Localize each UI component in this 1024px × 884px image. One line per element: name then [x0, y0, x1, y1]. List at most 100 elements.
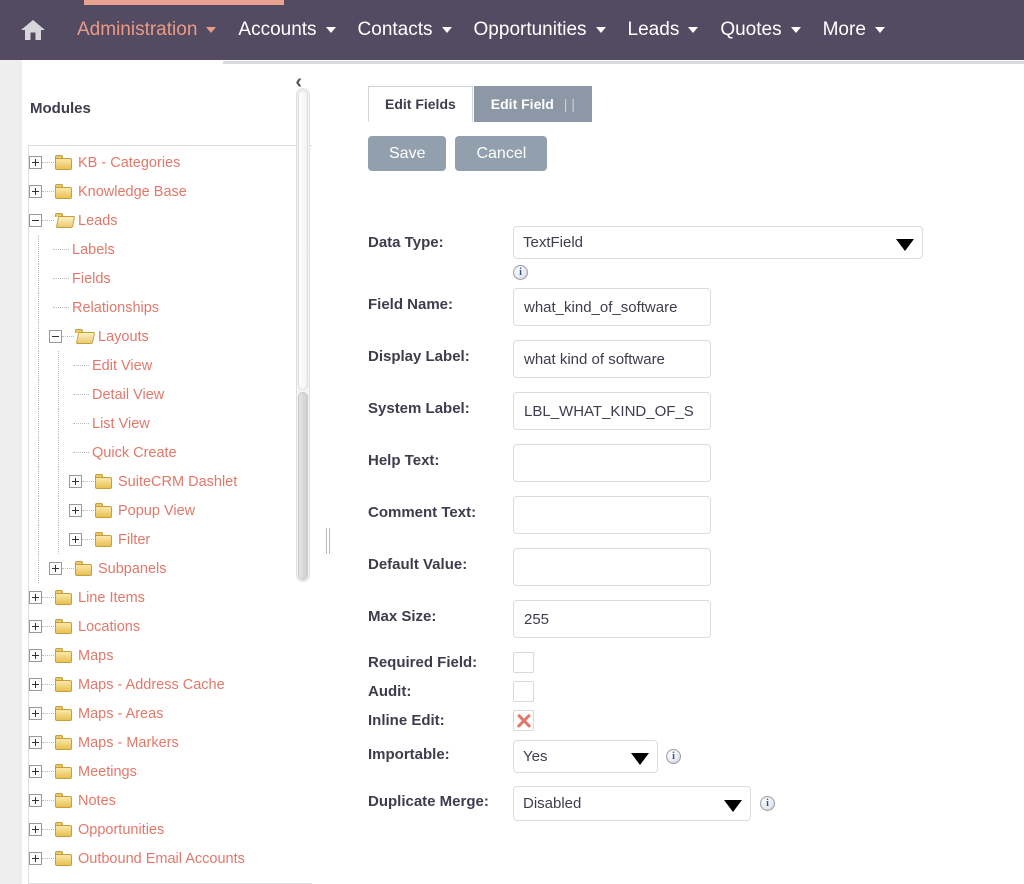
folder-icon [55, 648, 73, 663]
info-icon[interactable] [666, 749, 681, 764]
tree-item-maps-address-cache[interactable]: Maps - Address Cache [29, 670, 295, 699]
tree-item-label: SuiteCRM Dashlet [118, 474, 237, 490]
nav-item-opportunities[interactable]: Opportunities [463, 0, 617, 60]
expand-icon[interactable] [29, 794, 42, 807]
tab-edit-field[interactable]: Edit Field | | [474, 86, 592, 122]
expand-icon[interactable] [29, 591, 42, 604]
expand-icon[interactable] [29, 649, 42, 662]
expand-icon[interactable] [29, 823, 42, 836]
tree-item-detail-view[interactable]: Detail View [29, 380, 295, 409]
nav-item-accounts[interactable]: Accounts [227, 0, 346, 60]
collapse-icon[interactable] [49, 330, 62, 343]
folder-icon [55, 677, 73, 692]
tree-item-maps-markers[interactable]: Maps - Markers [29, 728, 295, 757]
expand-icon[interactable] [29, 620, 42, 633]
tree-item-label: Maps - Areas [78, 706, 163, 722]
field-name-input[interactable] [513, 288, 711, 326]
nav-item-leads[interactable]: Leads [617, 0, 710, 60]
save-button[interactable]: Save [368, 136, 446, 171]
expand-icon[interactable] [69, 475, 82, 488]
tree-item-quick-create[interactable]: Quick Create [29, 438, 295, 467]
display-label-label: Display Label: [368, 340, 513, 365]
expand-icon[interactable] [29, 185, 42, 198]
tree-item-label: Quick Create [92, 445, 177, 461]
tree-item-labels[interactable]: Labels [29, 235, 295, 264]
tree-indent-guide [29, 351, 49, 380]
nav-item-label: Leads [628, 19, 680, 41]
expand-icon[interactable] [29, 678, 42, 691]
nav-item-more[interactable]: More [812, 0, 896, 60]
tree-item-meetings[interactable]: Meetings [29, 757, 295, 786]
action-button-row: Save Cancel [368, 136, 547, 171]
default-value-input[interactable] [513, 548, 711, 586]
cancel-button[interactable]: Cancel [455, 136, 547, 171]
tree-item-kb-categories[interactable]: KB - Categories [29, 148, 295, 177]
tree-item-list-view[interactable]: List View [29, 409, 295, 438]
comment-text-input[interactable] [513, 496, 711, 534]
form-row-inline-edit: Inline Edit: [368, 710, 1008, 731]
left-gutter [0, 60, 22, 884]
tab-bar: Edit Fields Edit Field | | [368, 86, 592, 122]
expand-icon[interactable] [49, 562, 62, 575]
tree-item-line-items[interactable]: Line Items [29, 583, 295, 612]
expand-icon[interactable] [29, 852, 42, 865]
form-row-duplicate-merge: Duplicate Merge: Disabled [368, 786, 1008, 821]
tree-item-popup-view[interactable]: Popup View [29, 496, 295, 525]
expand-icon[interactable] [29, 736, 42, 749]
info-icon[interactable] [513, 265, 528, 280]
tree-indent-guide [49, 380, 69, 409]
tree-item-relationships[interactable]: Relationships [29, 293, 295, 322]
chevron-down-icon [896, 239, 914, 251]
nav-item-administration[interactable]: Administration [66, 0, 227, 60]
expand-icon[interactable] [69, 504, 82, 517]
nav-item-quotes[interactable]: Quotes [709, 0, 811, 60]
tree-item-opportunities[interactable]: Opportunities [29, 815, 295, 844]
data-type-select[interactable]: TextField [513, 226, 923, 259]
max-size-input[interactable] [513, 600, 711, 638]
expand-icon[interactable] [29, 707, 42, 720]
nav-item-label: Accounts [238, 19, 316, 41]
scrollbar-track[interactable] [298, 392, 308, 580]
tree-item-filter[interactable]: Filter [29, 525, 295, 554]
tree-item-maps[interactable]: Maps [29, 641, 295, 670]
tree-item-notes[interactable]: Notes [29, 786, 295, 815]
tree-item-maps-areas[interactable]: Maps - Areas [29, 699, 295, 728]
home-button[interactable] [0, 0, 66, 60]
tree-connector [73, 452, 89, 453]
tree-item-edit-view[interactable]: Edit View [29, 351, 295, 380]
help-text-input[interactable] [513, 444, 711, 482]
tree-connector [42, 220, 54, 221]
nav-item-contacts[interactable]: Contacts [347, 0, 463, 60]
expand-icon[interactable] [29, 156, 42, 169]
tab-edit-fields[interactable]: Edit Fields [368, 86, 473, 122]
inline-edit-checkbox[interactable] [513, 710, 534, 731]
tree-item-subpanels[interactable]: Subpanels [29, 554, 295, 583]
tree-item-locations[interactable]: Locations [29, 612, 295, 641]
required-field-checkbox[interactable] [513, 652, 534, 673]
importable-select[interactable]: Yes [513, 740, 658, 773]
sidebar-resize-handle[interactable] [325, 528, 331, 554]
tree-item-leads[interactable]: Leads [29, 206, 295, 235]
expand-icon[interactable] [69, 533, 82, 546]
tree-indent-guide [29, 438, 49, 467]
display-label-input[interactable] [513, 340, 711, 378]
folder-icon [55, 764, 73, 779]
scrollbar-thumb[interactable] [298, 90, 308, 390]
duplicate-merge-select[interactable]: Disabled [513, 786, 751, 821]
tree-item-suitecrm-dashlet[interactable]: SuiteCRM Dashlet [29, 467, 295, 496]
tree-connector [42, 829, 54, 830]
tree-item-knowledge-base[interactable]: Knowledge Base [29, 177, 295, 206]
system-label-input[interactable] [513, 392, 711, 430]
tree-item-label: Detail View [92, 387, 164, 403]
tab-bar-divider [223, 61, 1024, 64]
tree-item-fields[interactable]: Fields [29, 264, 295, 293]
tree-item-layouts[interactable]: Layouts [29, 322, 295, 351]
audit-checkbox[interactable] [513, 681, 534, 702]
expand-icon[interactable] [29, 765, 42, 778]
sidebar-scrollbar[interactable] [296, 88, 310, 582]
info-icon[interactable] [760, 796, 775, 811]
tree-item-label: Meetings [78, 764, 137, 780]
tree-item-outbound-email-accounts[interactable]: Outbound Email Accounts [29, 844, 295, 873]
tree-connector [42, 684, 54, 685]
collapse-icon[interactable] [29, 214, 42, 227]
